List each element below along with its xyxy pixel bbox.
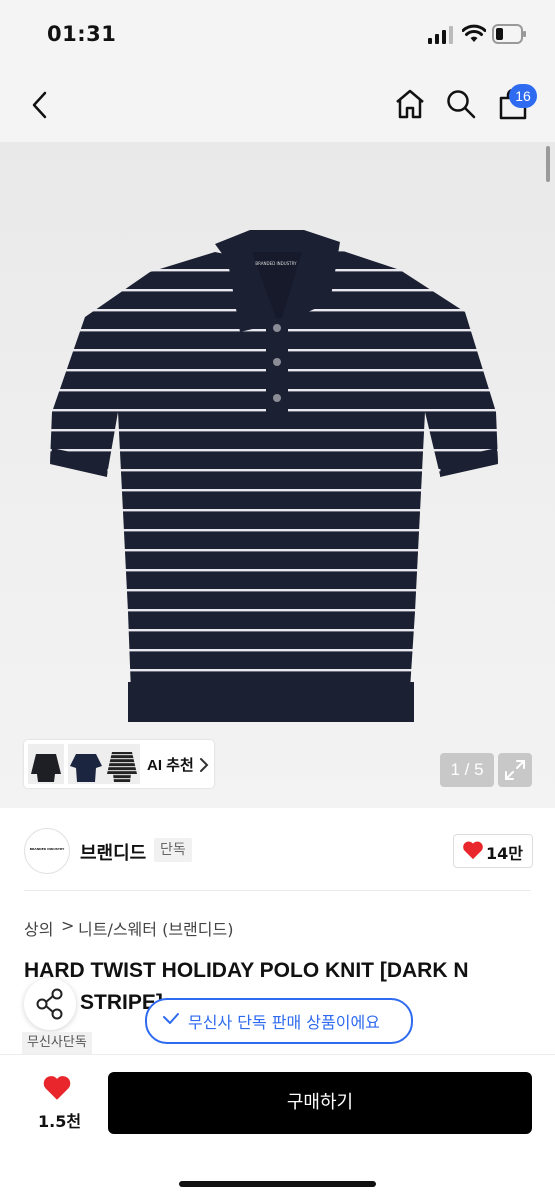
brand-name[interactable]: 브랜디드 [80, 839, 146, 865]
polo-shirt-image: BRANDED INDUSTRY [50, 230, 498, 722]
share-button[interactable] [24, 978, 76, 1030]
cart-count-badge: 16 [509, 84, 537, 108]
thumb-dark-sweater[interactable] [28, 744, 64, 784]
breadcrumb-subcategory[interactable]: 니트/스웨터 (브랜디드) [78, 916, 233, 940]
breadcrumb-category[interactable]: 상의 [24, 916, 53, 940]
check-icon [163, 1013, 179, 1024]
musinsa-exclusive-tag: 무신사단독 [22, 1032, 92, 1054]
heart-icon [463, 841, 483, 860]
image-counter: 1 / 5 [440, 753, 494, 787]
divider [24, 890, 531, 891]
status-time: 01:31 [47, 22, 117, 46]
brand-logo[interactable]: BRANDED INDUSTRY [24, 828, 70, 874]
chevron-right-icon [200, 758, 209, 772]
expand-button[interactable] [498, 753, 532, 787]
breadcrumb-separator: > [61, 916, 75, 935]
expand-icon [505, 760, 525, 780]
battery-icon [492, 24, 526, 44]
buy-button-label: 구매하기 [286, 1092, 354, 1113]
shirt-brand-label: BRANDED INDUSTRY [255, 261, 297, 266]
signal-icon [428, 26, 453, 44]
product-image[interactable]: BRANDED INDUSTRY [0, 142, 555, 808]
search-icon[interactable] [446, 89, 476, 119]
scrollbar[interactable] [546, 146, 550, 182]
ai-recommend-label[interactable]: AI 추천 [147, 754, 194, 775]
exclusive-tag: 단독 [154, 838, 192, 862]
buy-button[interactable]: 구매하기 [108, 1072, 532, 1134]
back-icon[interactable] [30, 90, 50, 120]
home-indicator[interactable] [179, 1181, 376, 1187]
thumb-navy-polo[interactable] [68, 744, 104, 784]
brand-logo-text: BRANDED INDUSTRY [29, 847, 65, 851]
exclusive-toast-text: 무신사 단독 판매 상품이에요 [188, 1013, 380, 1032]
share-icon [36, 988, 63, 1020]
product-like-count: 1.5천 [38, 1112, 82, 1131]
brand-like-count: 14만 [486, 844, 523, 863]
product-title-line1: HARD TWIST HOLIDAY POLO KNIT [DARK N [24, 959, 469, 982]
home-icon[interactable] [394, 88, 426, 120]
like-heart-icon[interactable] [42, 1074, 72, 1101]
thumb-striped-cardigan[interactable] [104, 744, 140, 784]
wifi-icon [462, 24, 486, 42]
